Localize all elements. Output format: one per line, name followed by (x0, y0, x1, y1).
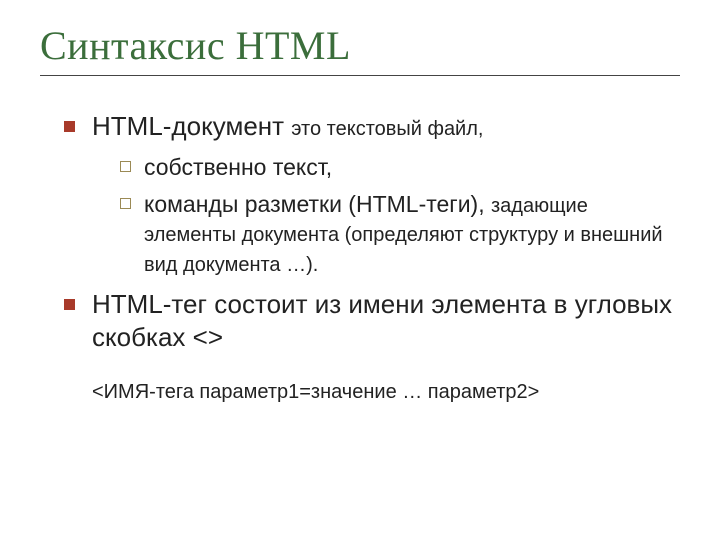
slide: Синтаксис HTML HTML-документ это текстов… (0, 0, 720, 540)
bullet-list: HTML-документ это текстовый файл, собств… (64, 110, 680, 406)
sub-2-lead: команды разметки (HTML-теги), (144, 191, 485, 217)
bullet-2: HTML-тег состоит из имени элемента в угл… (64, 288, 680, 406)
bullet-2-text: HTML-тег состоит из имени элемента в угл… (92, 289, 672, 352)
sub-list: собственно текст, команды разметки (HTML… (120, 153, 680, 278)
sub-1: собственно текст, (120, 153, 680, 182)
bullet-1: HTML-документ это текстовый файл, собств… (64, 110, 680, 278)
slide-title: Синтаксис HTML (40, 22, 680, 69)
bullet-1-lead: HTML-документ (92, 111, 284, 141)
tag-example: <ИМЯ-тега параметр1=значение … параметр2… (92, 380, 680, 406)
bullet-1-rest: это текстовый файл, (291, 118, 483, 140)
title-underline (40, 75, 680, 76)
sub-2: команды разметки (HTML-теги), задающие э… (120, 190, 680, 278)
